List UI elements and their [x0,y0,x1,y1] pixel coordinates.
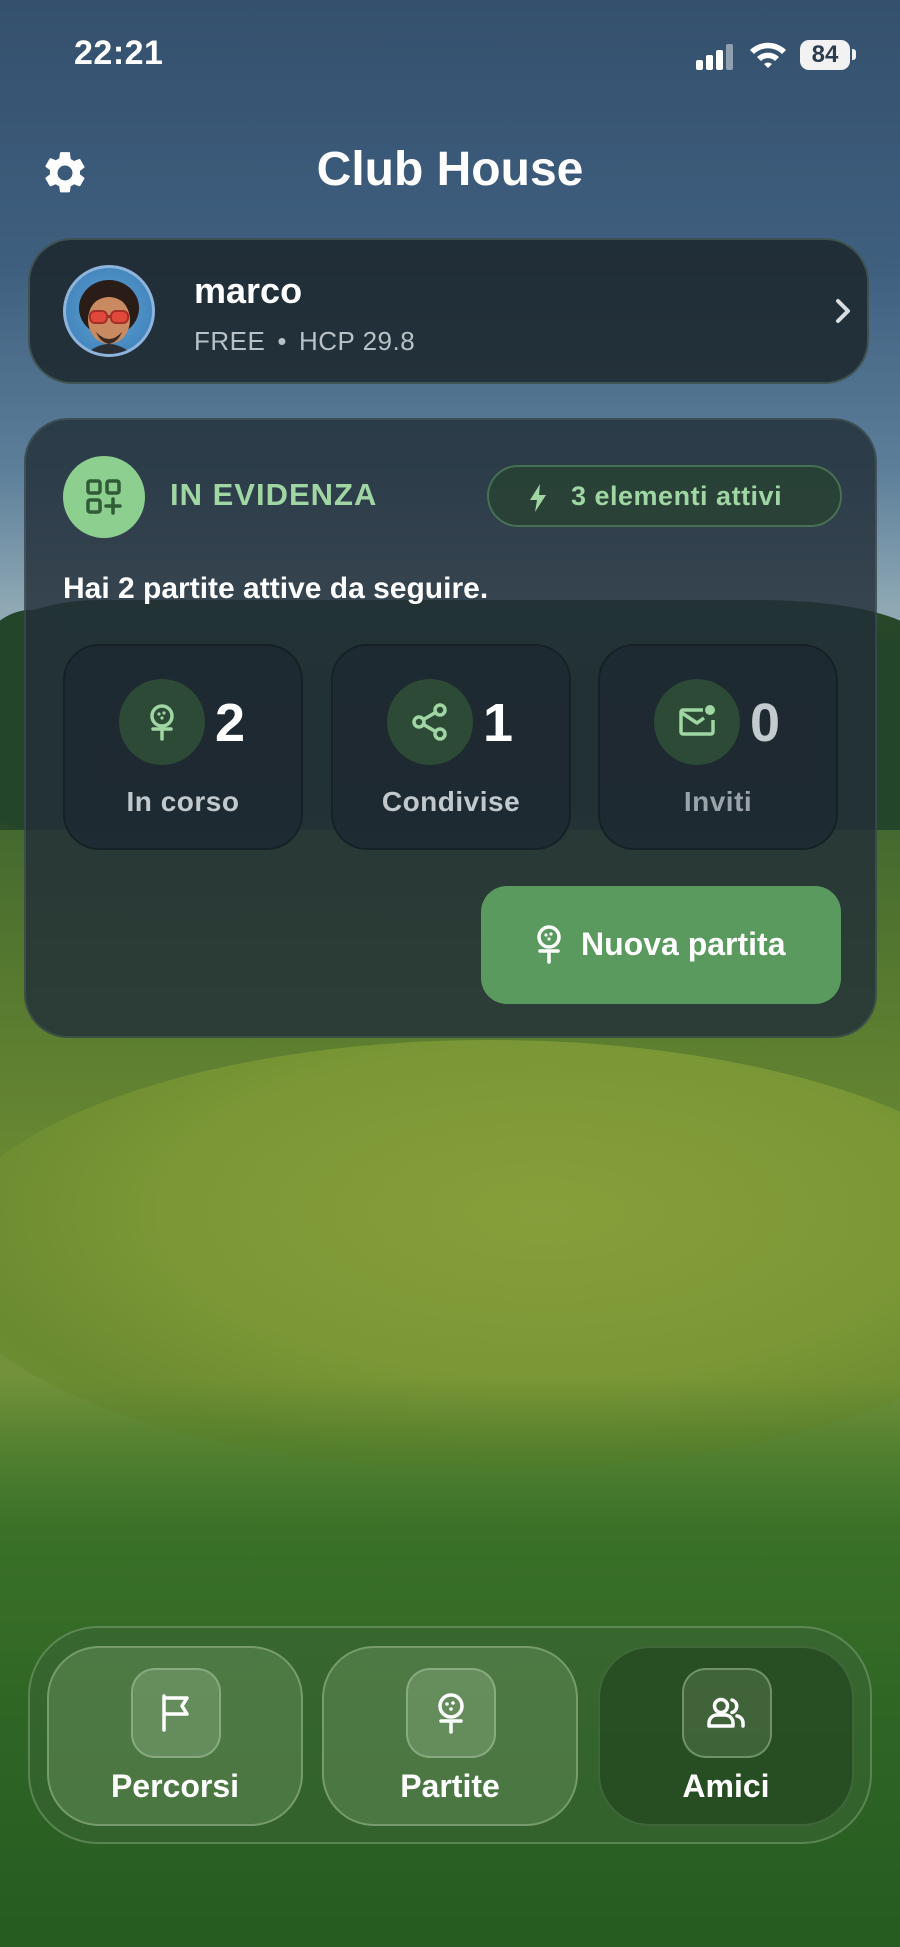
golf-tee-icon [406,1668,496,1758]
active-items-badge: 3 elementi attivi [487,465,842,527]
share-icon [387,679,473,765]
stat-value: 0 [750,693,781,753]
nav-label: Amici [682,1768,770,1804]
wifi-icon [750,42,786,68]
flag-icon [131,1668,221,1758]
featured-card: IN EVIDENZA 3 elementi attivi Hai 2 part… [24,418,877,1038]
bottom-navigation: Percorsi Partite Amici [28,1626,872,1844]
stat-label: In corso [126,786,240,817]
stat-shared[interactable]: 1 Condivise [331,644,571,850]
cellular-signal-icon [696,44,740,70]
profile-meta: FREE • HCP 29.8 [194,326,415,357]
mail-notification-icon [654,679,740,765]
gear-icon[interactable] [40,148,90,198]
profile-card[interactable]: marco FREE • HCP 29.8 [28,238,869,384]
featured-title: IN EVIDENZA [170,477,378,512]
new-match-button[interactable]: Nuova partita [481,886,841,1004]
stat-in-progress[interactable]: 2 In corso [63,644,303,850]
handicap-label: HCP 29.8 [298,326,416,356]
battery-indicator: 84 [800,40,850,70]
grid-add-icon [63,456,145,538]
nav-item-matches[interactable]: Partite [322,1646,578,1826]
plan-label: FREE [194,326,266,356]
avatar-illustration [79,280,139,354]
golf-tee-icon [119,679,205,765]
separator: • [277,326,287,356]
active-items-label: 3 elementi attivi [571,481,783,511]
friends-icon [682,1668,772,1758]
new-match-label: Nuova partita [581,926,786,962]
status-bar: 22:21 84 [0,0,900,110]
page-title: Club House [316,143,584,196]
featured-message: Hai 2 partite attive da seguire. [63,572,489,605]
nav-item-friends[interactable]: Amici [598,1646,854,1826]
golf-tee-icon [537,925,561,964]
stat-label: Inviti [683,786,753,817]
avatar [63,265,155,357]
stat-value: 2 [215,693,246,753]
stat-value: 1 [483,693,514,753]
nav-item-courses[interactable]: Percorsi [47,1646,303,1826]
profile-name: marco [194,270,303,311]
battery-cap [852,49,856,60]
chevron-right-icon [836,299,850,323]
nav-label: Partite [400,1768,500,1804]
stat-invites[interactable]: 0 Inviti [598,644,838,850]
stat-label: Condivise [381,786,521,817]
status-time: 22:21 [74,34,164,72]
lightning-icon [530,484,546,512]
nav-label: Percorsi [110,1768,240,1804]
